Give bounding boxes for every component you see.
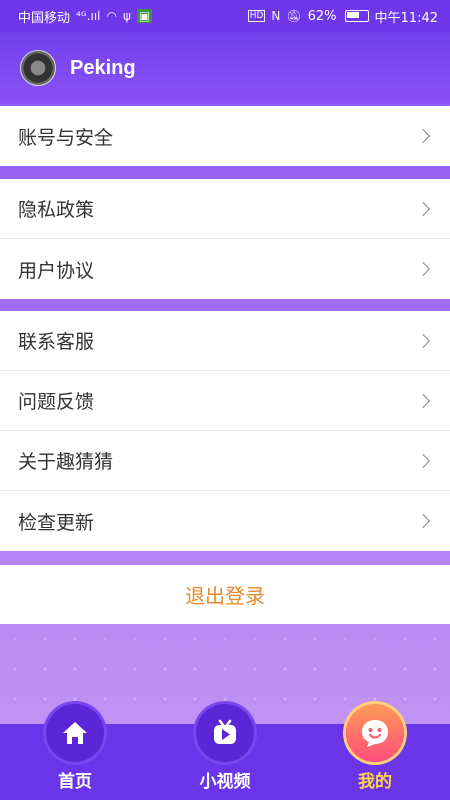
- battery-percent: 62%: [307, 8, 337, 24]
- chevron-right-icon: [415, 513, 431, 529]
- tab-label: 首页: [58, 772, 92, 792]
- tab-home[interactable]: 首页: [15, 704, 135, 800]
- mute-icon: 🔕︎: [286, 9, 302, 23]
- tab-label: 小视频: [199, 772, 251, 792]
- username: Peking: [70, 56, 136, 79]
- battery-icon: [344, 10, 369, 22]
- chevron-right-icon: [415, 201, 431, 216]
- video-icon: [196, 704, 254, 762]
- chevron-right-icon: [415, 453, 431, 468]
- usb-icon: ψ: [122, 9, 131, 23]
- tab-label: 我的: [358, 772, 392, 792]
- settings-item-privacy-policy[interactable]: 隐私政策: [0, 179, 450, 239]
- settings-item-label: 用户协议: [18, 259, 95, 282]
- chevron-right-icon: [415, 128, 431, 144]
- wifi-icon: ◠: [106, 9, 117, 23]
- settings-item-label: 隐私政策: [18, 199, 95, 221]
- settings-item-user-agreement[interactable]: 用户协议: [0, 239, 450, 299]
- tab-mine[interactable]: 我的: [315, 704, 435, 800]
- carrier-label: 中国移动: [18, 10, 71, 26]
- settings-item-account-security[interactable]: 账号与安全: [0, 106, 450, 166]
- settings-group-support: 联系客服 问题反馈 关于趣猜猜 检查更新: [0, 311, 450, 551]
- logout-button[interactable]: 退出登录: [0, 565, 450, 624]
- settings-item-about[interactable]: 关于趣猜猜: [0, 431, 450, 491]
- nfc-icon: N: [271, 9, 281, 23]
- settings-item-check-update[interactable]: 检查更新: [0, 491, 450, 551]
- settings-item-label: 检查更新: [18, 511, 95, 534]
- sim-icon: ▣: [136, 9, 153, 23]
- settings-group-policy: 隐私政策 用户协议: [0, 179, 450, 299]
- settings-item-feedback[interactable]: 问题反馈: [0, 371, 450, 431]
- settings-item-label: 关于趣猜猜: [18, 451, 114, 473]
- chevron-right-icon: [415, 333, 431, 348]
- chevron-right-icon: [415, 261, 431, 277]
- avatar[interactable]: [20, 50, 56, 86]
- clock: 中午11:42: [374, 10, 438, 26]
- settings-item-label: 问题反馈: [18, 391, 95, 413]
- signal-icon: ⁴ᴳ.ııl: [76, 9, 101, 23]
- hd-icon: HD: [247, 10, 266, 22]
- logout-label: 退出登录: [185, 584, 265, 608]
- settings-item-label: 联系客服: [18, 331, 95, 353]
- bottom-nav: 首页 小视频 我的: [0, 704, 450, 800]
- home-icon: [46, 704, 104, 762]
- profile-header: Peking: [0, 32, 450, 104]
- settings-item-contact-support[interactable]: 联系客服: [0, 311, 450, 371]
- settings-item-label: 账号与安全: [18, 126, 114, 149]
- chevron-right-icon: [415, 393, 431, 408]
- status-bar: 中国移动 ⁴ᴳ.ııl ◠ ψ ▣ HD N 🔕︎ 62% 中午11:42: [0, 0, 450, 32]
- settings-group-account: 账号与安全: [0, 106, 450, 166]
- smile-icon: [346, 704, 404, 762]
- tab-short-video[interactable]: 小视频: [165, 704, 285, 800]
